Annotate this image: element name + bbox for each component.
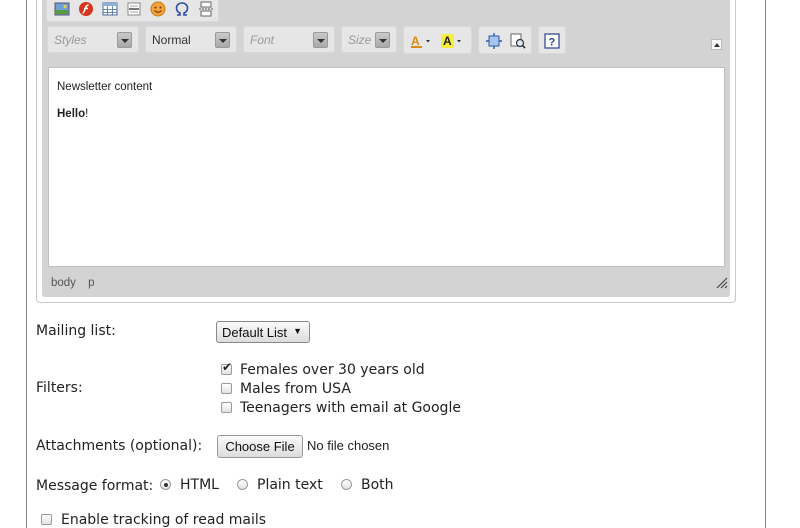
filter-label-males[interactable]: Males from USA	[240, 381, 351, 397]
content-greeting-rest: !	[85, 108, 89, 120]
format-label-both[interactable]: Both	[361, 477, 394, 493]
insert-toolbar	[46, 0, 219, 22]
help-toolbar: ?	[538, 26, 566, 54]
format-label-html[interactable]: HTML	[180, 477, 219, 493]
font-combo-text: Font	[250, 33, 275, 47]
choose-file-button[interactable]: Choose File	[217, 435, 303, 458]
editor-chrome: Styles Normal Font Size A A ? Newsletter…	[42, 0, 730, 297]
filter-checkbox-males[interactable]	[221, 383, 232, 394]
svg-text:A: A	[443, 34, 452, 48]
chevron-down-icon	[215, 32, 230, 48]
filter-checkbox-teenagers[interactable]	[221, 402, 232, 413]
styles-combo-text: Styles	[54, 33, 87, 47]
text-color-icon[interactable]: A	[409, 32, 433, 50]
format-label-plain-text[interactable]: Plain text	[257, 477, 323, 493]
help-icon[interactable]: ?	[543, 32, 561, 50]
filter-label-teenagers[interactable]: Teenagers with email at Google	[240, 400, 461, 416]
format-radio-html[interactable]	[160, 479, 171, 490]
tools-toolbar	[478, 26, 532, 54]
file-status: No file chosen	[307, 438, 390, 453]
content-greeting: Hello!	[57, 108, 88, 120]
content-greeting-bold: Hello	[57, 108, 86, 120]
resize-handle-icon[interactable]	[716, 277, 728, 289]
tracking-checkbox[interactable]	[41, 514, 52, 525]
horizontal-line-icon[interactable]	[125, 0, 143, 18]
svg-text:A: A	[411, 34, 420, 48]
omega-icon[interactable]	[173, 0, 191, 18]
styles-combo[interactable]: Styles	[47, 26, 139, 53]
filter-label-females[interactable]: Females over 30 years old	[240, 362, 425, 378]
filter-checkbox-females[interactable]	[221, 360, 232, 375]
format-combo-text: Normal	[152, 33, 191, 47]
path-item-body[interactable]: body	[51, 277, 76, 289]
chevron-down-icon	[117, 32, 132, 48]
image-icon[interactable]	[53, 0, 71, 18]
background-color-icon[interactable]: A	[440, 32, 464, 50]
colors-toolbar: A A	[403, 26, 472, 54]
page-break-icon[interactable]	[197, 0, 215, 18]
collapse-toolbar-button[interactable]	[711, 39, 722, 50]
svg-text:?: ?	[549, 37, 556, 49]
page-border-right	[765, 0, 766, 528]
attachments-label: Attachments (optional):	[36, 438, 203, 454]
table-icon[interactable]	[101, 0, 119, 18]
format-radio-plain-text[interactable]	[237, 479, 248, 490]
page-border-left	[26, 0, 27, 528]
mailing-list-label: Mailing list:	[36, 323, 116, 339]
format-radio-both[interactable]	[341, 479, 352, 490]
mailing-list-value: Default List	[222, 325, 288, 340]
path-item-p[interactable]: p	[88, 277, 94, 289]
content-heading: Newsletter content	[57, 81, 153, 93]
show-blocks-icon[interactable]	[509, 32, 527, 50]
flash-icon[interactable]	[77, 0, 95, 18]
size-combo-text: Size	[348, 33, 372, 47]
tracking-label[interactable]: Enable tracking of read mails	[61, 512, 266, 528]
chevron-down-icon	[313, 32, 328, 48]
size-combo[interactable]: Size	[341, 26, 397, 53]
chevron-down-icon	[375, 32, 390, 48]
smiley-icon[interactable]	[149, 0, 167, 18]
chevron-down-icon: ▼	[293, 326, 302, 336]
format-combo[interactable]: Normal	[145, 26, 237, 53]
font-combo[interactable]: Font	[243, 26, 335, 53]
elements-path: body p	[51, 277, 104, 289]
message-format-label: Message format:	[36, 478, 154, 494]
editor-content-area[interactable]: Newsletter content Hello!	[48, 67, 725, 267]
rich-text-editor: Styles Normal Font Size A A ? Newsletter…	[36, 0, 736, 303]
mailing-list-select[interactable]: Default List ▼	[216, 321, 310, 343]
filters-label: Filters:	[36, 380, 83, 396]
maximize-icon[interactable]	[485, 32, 503, 50]
